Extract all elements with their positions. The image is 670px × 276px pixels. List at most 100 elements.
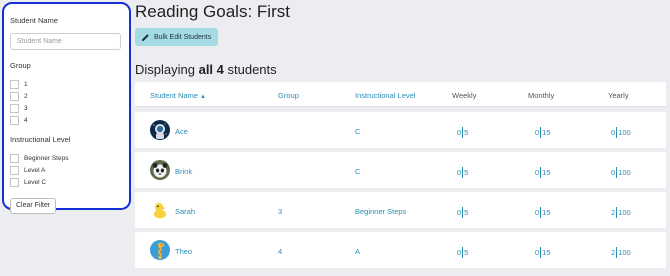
page-title: Reading Goals: First <box>135 2 290 21</box>
weekly-current: 0 <box>457 248 462 257</box>
instructional-level-cell: A <box>355 247 361 256</box>
weekly-score: 05 <box>457 247 468 258</box>
duck-avatar-icon <box>150 200 170 220</box>
instructional-level-column-header[interactable]: Instructional Level <box>355 91 415 100</box>
monthly-column-header: Monthly <box>528 91 555 100</box>
weekly-score: 05 <box>457 207 468 218</box>
monthly-goal: 15 <box>542 248 551 257</box>
weekly-goal: 5 <box>464 248 469 257</box>
group-1-checkbox[interactable] <box>10 79 19 89</box>
giraffe-avatar-icon <box>150 240 170 260</box>
level-option-c[interactable]: Level C <box>10 176 123 188</box>
yearly-column-header: Yearly <box>608 91 629 100</box>
group-4-checkbox[interactable] <box>10 115 19 125</box>
level-a-label: Level A <box>24 166 46 174</box>
level-a-checkbox[interactable] <box>10 165 19 175</box>
group-3-label: 3 <box>24 104 28 112</box>
student-name-header-label: Student Name <box>150 91 198 100</box>
weekly-score: 05 <box>457 167 468 178</box>
yearly-goal: 100 <box>618 208 631 217</box>
pencil-icon <box>141 33 149 41</box>
group-1-label: 1 <box>24 80 28 88</box>
group-option-2[interactable]: 2 <box>10 90 123 102</box>
student-name-heading: Student Name <box>10 16 58 25</box>
score-divider <box>540 207 542 218</box>
score-divider <box>540 247 542 258</box>
yearly-score: 2 100 <box>611 207 631 218</box>
monthly-score: 0 15 <box>535 127 551 138</box>
score-divider <box>462 207 464 218</box>
group-option-4[interactable]: 4 <box>10 114 123 126</box>
yearly-current: 2 <box>611 208 616 217</box>
monthly-current: 0 <box>535 248 540 257</box>
monthly-current: 0 <box>535 168 540 177</box>
student-name-link[interactable]: Brink <box>175 167 192 176</box>
filter-panel: Student Name Group 1 2 3 4 Instructional… <box>2 2 131 214</box>
student-name-input[interactable] <box>10 33 121 50</box>
score-divider <box>462 247 464 258</box>
yearly-score: 2 100 <box>611 247 631 258</box>
monthly-current: 0 <box>535 128 540 137</box>
weekly-current: 0 <box>457 208 462 217</box>
score-divider <box>616 247 618 258</box>
level-option-a[interactable]: Level A <box>10 164 123 176</box>
student-name-link[interactable]: Sarah <box>175 207 195 216</box>
score-divider <box>616 207 618 218</box>
table-row: Brink C 05 0 15 0 100 <box>135 152 666 188</box>
yearly-goal: 100 <box>618 128 631 137</box>
score-divider <box>616 167 618 178</box>
group-3-checkbox[interactable] <box>10 103 19 113</box>
monthly-goal: 15 <box>542 168 551 177</box>
group-4-label: 4 <box>24 116 28 124</box>
score-divider <box>540 167 542 178</box>
beginner-steps-label: Beginner Steps <box>24 154 69 162</box>
instructional-level-checkbox-list: Beginner Steps Level A Level C <box>10 152 123 188</box>
yearly-goal: 100 <box>618 248 631 257</box>
student-name-link[interactable]: Theo <box>175 247 192 256</box>
level-c-checkbox[interactable] <box>10 177 19 187</box>
displaying-count: all 4 <box>198 62 224 77</box>
group-column-header[interactable]: Group <box>278 91 299 100</box>
monthly-score: 0 15 <box>535 247 551 258</box>
group-cell: 3 <box>278 207 283 216</box>
score-divider <box>462 167 464 178</box>
displaying-count-text: Displaying all 4 students <box>135 62 277 77</box>
weekly-column-header: Weekly <box>452 91 477 100</box>
weekly-score: 05 <box>457 127 468 138</box>
group-option-1[interactable]: 1 <box>10 78 123 90</box>
monthly-goal: 15 <box>542 208 551 217</box>
yearly-current: 0 <box>611 128 616 137</box>
score-divider <box>616 127 618 138</box>
table-header: Student Name ▲ Group Instructional Level … <box>135 82 666 107</box>
beginner-steps-checkbox[interactable] <box>10 153 19 163</box>
clear-filter-button[interactable]: Clear Filter <box>10 197 57 214</box>
table-row: Sarah 3 Beginner Steps 05 0 15 2 100 <box>135 192 666 228</box>
displaying-suffix: students <box>223 62 277 77</box>
group-2-label: 2 <box>24 92 28 100</box>
student-name-link[interactable]: Ace <box>175 127 188 136</box>
student-name-column-header[interactable]: Student Name ▲ <box>150 91 206 100</box>
instructional-level-cell: C <box>355 127 361 136</box>
instructional-level-cell: Beginner Steps <box>355 207 407 216</box>
monthly-current: 0 <box>535 208 540 217</box>
sort-ascending-icon: ▲ <box>199 94 206 100</box>
table-row: Ace C 05 0 15 0 100 <box>135 112 666 148</box>
yearly-current: 0 <box>611 168 616 177</box>
bulk-edit-label: Bulk Edit Students <box>154 33 212 41</box>
weekly-goal: 5 <box>464 128 469 137</box>
table-row: Theo 4 A 05 0 15 2 100 <box>135 232 666 268</box>
group-checkbox-list: 1 2 3 4 <box>10 78 123 126</box>
monthly-score: 0 15 <box>535 167 551 178</box>
monthly-score: 0 15 <box>535 207 551 218</box>
level-option-beginner-steps[interactable]: Beginner Steps <box>10 152 123 164</box>
bulk-edit-students-button[interactable]: Bulk Edit Students <box>135 28 218 46</box>
yearly-score: 0 100 <box>611 127 631 138</box>
monthly-goal: 15 <box>542 128 551 137</box>
astronaut-avatar-icon <box>150 120 170 140</box>
displaying-prefix: Displaying <box>135 62 199 77</box>
group-option-3[interactable]: 3 <box>10 102 123 114</box>
instructional-level-heading: Instructional Level <box>10 135 71 144</box>
panda-avatar-icon <box>150 160 170 180</box>
score-divider <box>462 127 464 138</box>
group-2-checkbox[interactable] <box>10 91 19 101</box>
